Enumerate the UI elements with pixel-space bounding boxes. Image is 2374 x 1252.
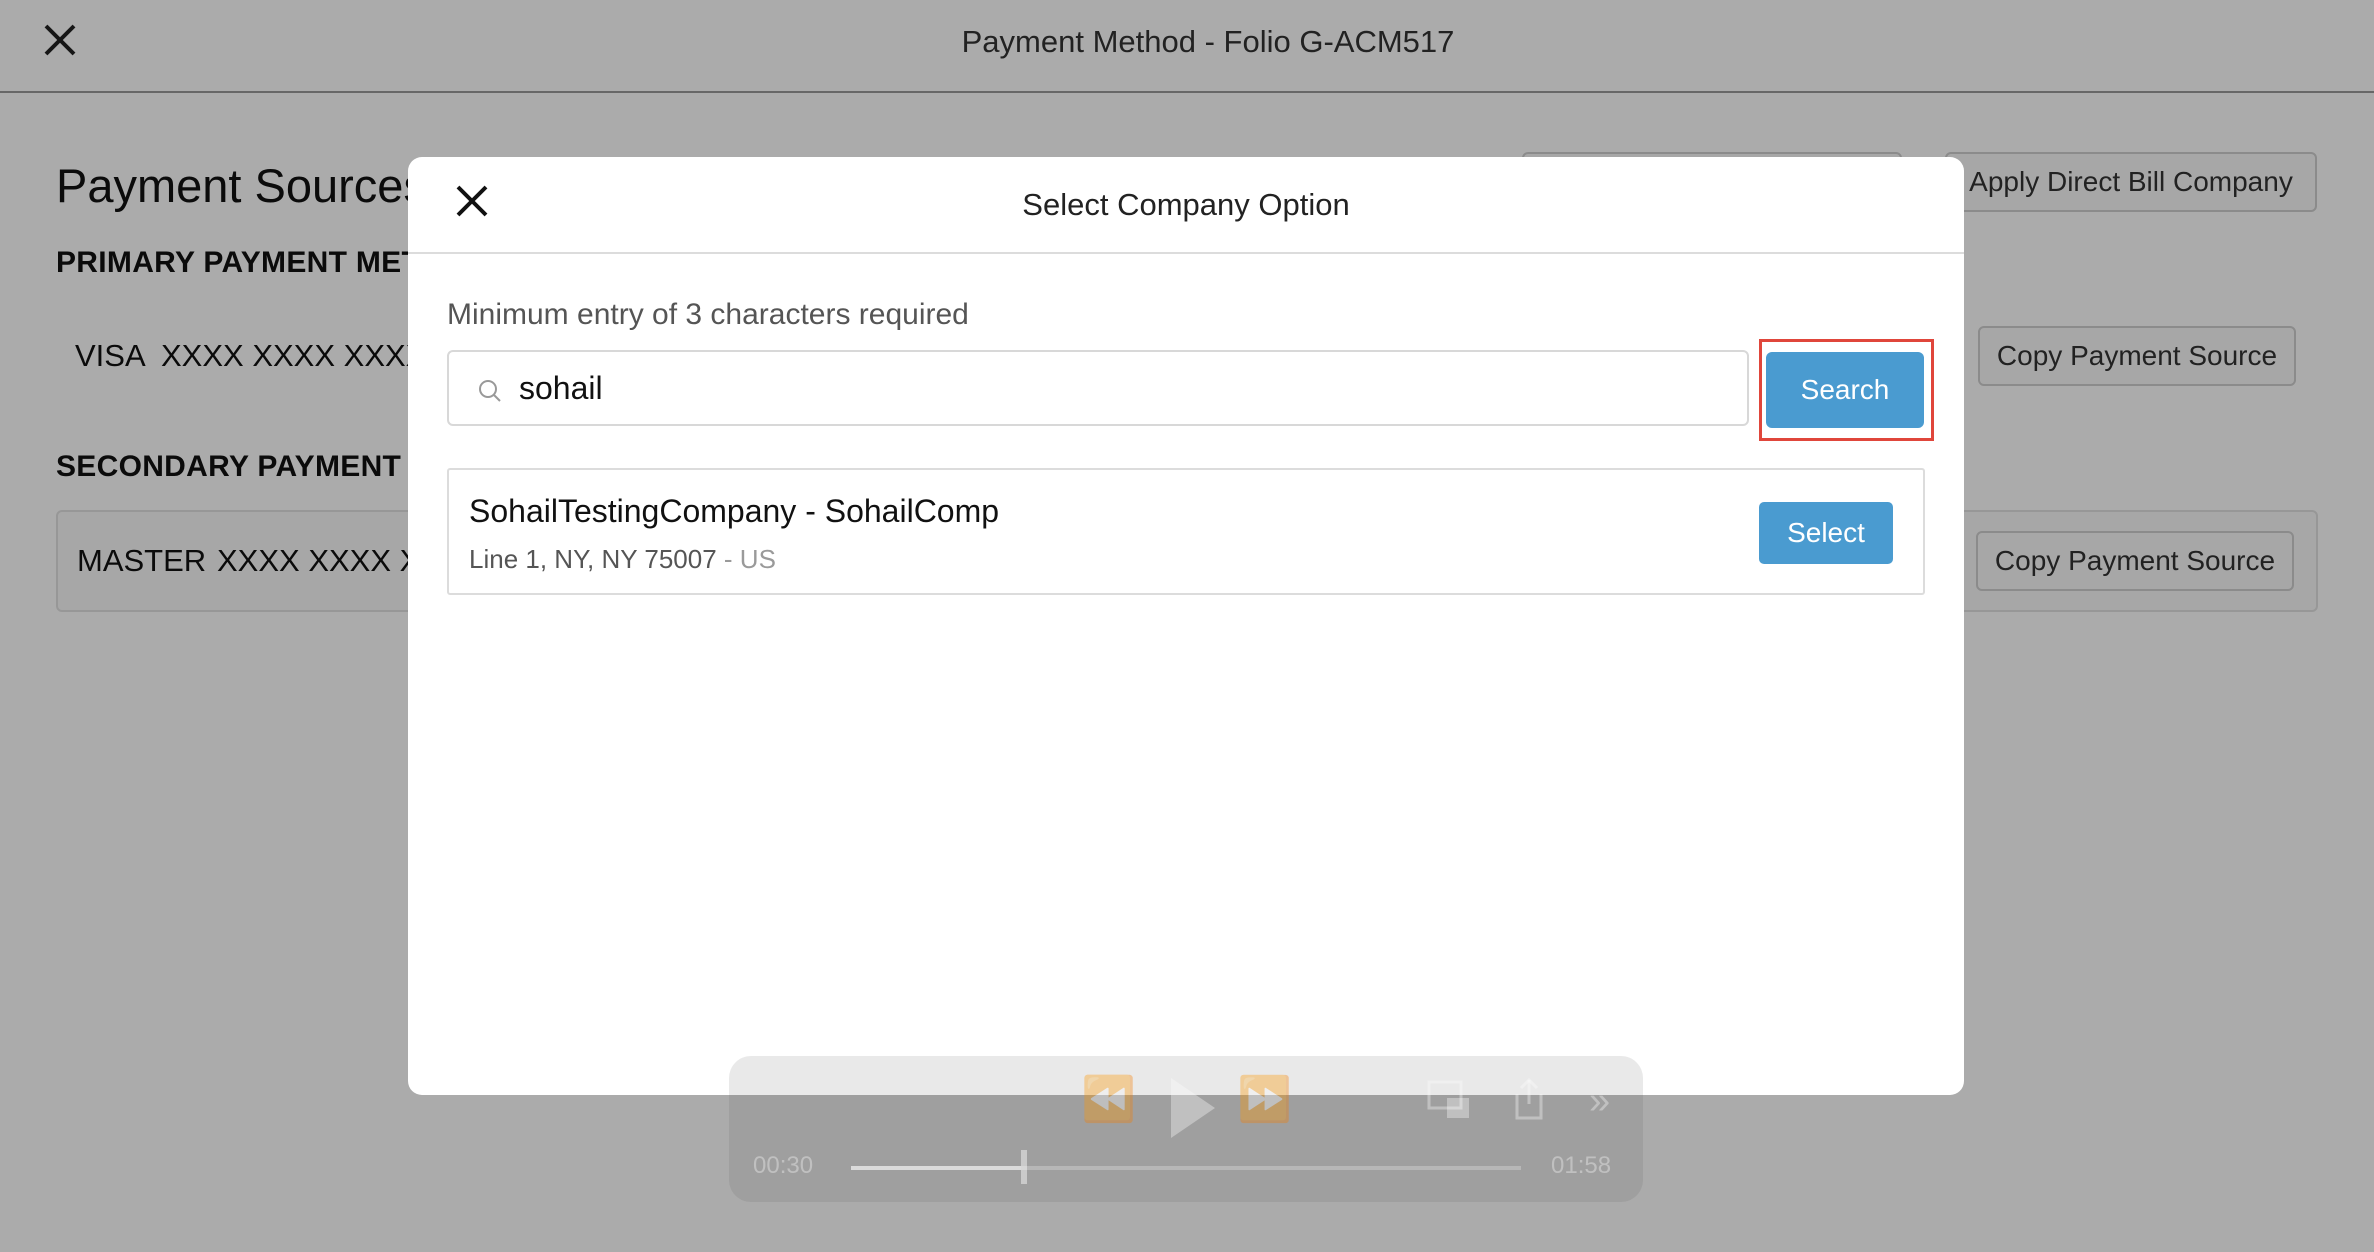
company-address-line: Line 1, NY, NY 75007 - US xyxy=(469,544,776,575)
search-hint: Minimum entry of 3 characters required xyxy=(447,298,969,331)
select-company-button[interactable]: Select xyxy=(1759,502,1893,564)
modal-title: Select Company Option xyxy=(1022,187,1350,222)
video-progress-track[interactable] xyxy=(851,1166,1521,1170)
play-icon[interactable] xyxy=(1167,1076,1217,1140)
more-chevron-icon[interactable]: » xyxy=(1589,1082,1610,1120)
select-company-modal: Select Company Option Minimum entry of 3… xyxy=(408,157,1964,1095)
video-current-time: 00:30 xyxy=(753,1152,814,1179)
picture-in-picture-icon[interactable] xyxy=(1427,1080,1473,1122)
video-player-controls: ⏪ ⏩ » 00:30 01:58 xyxy=(729,1056,1643,1202)
rewind-icon[interactable]: ⏪ xyxy=(1081,1078,1136,1122)
video-scrubber-handle[interactable] xyxy=(1021,1150,1027,1184)
fast-forward-icon[interactable]: ⏩ xyxy=(1237,1078,1292,1122)
search-input-value[interactable]: sohail xyxy=(519,370,603,407)
share-icon[interactable] xyxy=(1509,1076,1549,1122)
company-search-input[interactable]: sohail xyxy=(447,350,1749,426)
video-progress-fill xyxy=(851,1166,1021,1170)
search-icon xyxy=(479,380,501,402)
company-address: Line 1, NY, NY 75007 xyxy=(469,544,717,574)
modal-header: Select Company Option xyxy=(408,157,1964,254)
video-duration: 01:58 xyxy=(1551,1152,1612,1179)
company-name: SohailTestingCompany - SohailComp xyxy=(469,493,1000,529)
company-country: - US xyxy=(716,544,776,574)
company-result-item: SohailTestingCompany - SohailComp Line 1… xyxy=(447,468,1925,595)
search-button-highlight xyxy=(1759,339,1934,441)
